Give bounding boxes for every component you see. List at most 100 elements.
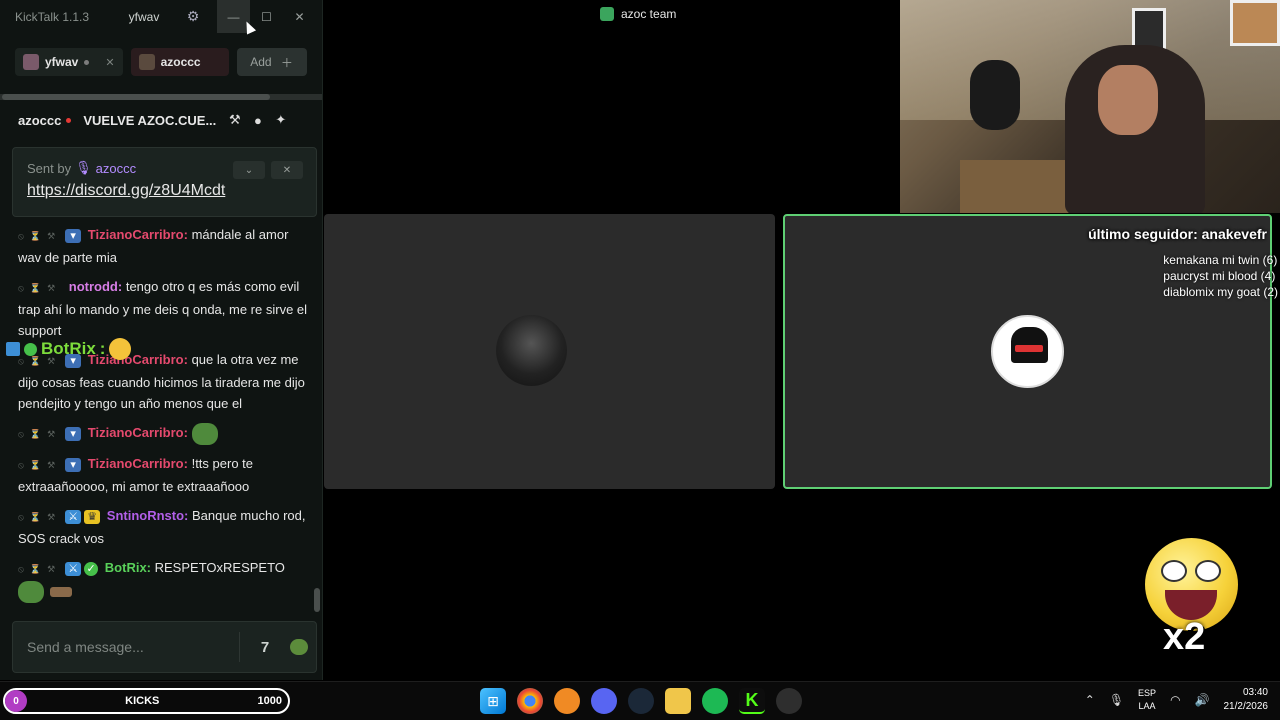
message-text: RESPETOxRESPETO [154, 560, 285, 575]
sword-badge-icon: ⚔ [65, 509, 82, 524]
channel-header: azoccc VUELVE AZOC.CUE... ⚒ ● ✦ [0, 100, 322, 140]
microphone [970, 60, 1020, 130]
chat-message: ⦸⏳⚒ ▾ TizianoCarribro: !tts pero te extra… [18, 453, 310, 497]
pinned-sender[interactable]: azoccc [96, 161, 136, 176]
sub-badge-icon: ▾ [65, 426, 82, 441]
current-user-button[interactable]: yfwav [123, 10, 165, 24]
pinned-message: Sent by 🎙 azoccc https://discord.gg/z8U4… [12, 147, 317, 217]
chevron-up-icon[interactable]: ⌃ [1085, 693, 1095, 707]
lang-line2: LAA [1138, 701, 1156, 711]
username[interactable]: BotRix: [105, 560, 151, 575]
message-input[interactable]: Send a message... 7 [12, 621, 317, 673]
close-tab-icon[interactable]: ✕ [105, 56, 114, 69]
7tv-emote-icon[interactable]: 7 [248, 630, 282, 664]
crown-badge-icon: ♛ [84, 509, 101, 524]
app-title: KickTalk 1.1.3 [15, 9, 90, 24]
lang-line1: ESP [1138, 688, 1157, 698]
time: 03:40 [1242, 687, 1268, 698]
wall-frame [1230, 0, 1280, 46]
username[interactable]: TizianoCarribro: [88, 456, 188, 471]
tab-label: yfwav [45, 55, 79, 69]
mod-actions-icon[interactable]: ⦸⏳⚒ [18, 231, 61, 241]
mod-actions-icon[interactable]: ⦸⏳⚒ [18, 429, 61, 439]
taskbar: 0 KICKS 1000 ⊞ K ⌃ 🎙 ESP LAA ◠ 🔊 03:40 2… [0, 681, 1280, 720]
pin-icon[interactable]: ✦ [269, 112, 292, 128]
tabs-scrollbar[interactable] [0, 94, 322, 100]
channel-name: azoccc [18, 112, 62, 128]
add-tab-button[interactable]: Add ＋ [236, 48, 307, 76]
language-indicator[interactable]: ESP LAA [1138, 687, 1156, 713]
chat-message: ⦸⏳⚒ notrodd: tengo otro q es más como ev… [18, 276, 310, 341]
sword-badge-icon: ⚔ [65, 561, 82, 576]
username[interactable]: notrodd: [69, 279, 122, 294]
mod-actions-icon[interactable]: ⦸⏳⚒ [18, 564, 61, 574]
emote-picker-icon[interactable] [282, 630, 316, 664]
sword-badge-icon [6, 342, 20, 356]
avatar [23, 54, 39, 70]
tab-yfwav[interactable]: yfwav ✕ [15, 48, 123, 76]
settings-gear-icon[interactable]: ⚙ [179, 5, 207, 29]
chat-messages[interactable]: ⦸⏳⚒ ▾ TizianoCarribro: mándale al amor wa… [0, 224, 318, 616]
user-icon[interactable]: ● [246, 113, 269, 128]
kick-icon[interactable]: K [739, 688, 765, 714]
mod-hammer-icon[interactable]: ⚒ [223, 112, 246, 128]
clock[interactable]: 03:40 21/2/2026 [1224, 686, 1269, 714]
volume-icon[interactable]: 🔊 [1195, 693, 1210, 707]
message-text: tengo otro q es más como evil trap ahí l… [18, 279, 308, 338]
chat-message: ⦸⏳⚒ ⚔ ♛ SntinoRnsto: Banque mucho rod, SOS… [18, 505, 310, 549]
gifter-item: paucryst mi blood (4) [1163, 269, 1276, 283]
gifter-item: diablomix my goat (2) [1163, 285, 1278, 299]
title-bar: KickTalk 1.1.3 yfwav ⚙ — ☐ ✕ [0, 0, 322, 33]
chat-message: ⦸⏳⚒ ⚔ ✓ BotRix: RESPETOxRESPETO [18, 557, 310, 603]
close-button[interactable]: ✕ [283, 0, 316, 33]
sub-badge-icon: ▾ [65, 457, 82, 472]
file-explorer-icon[interactable] [665, 688, 691, 714]
tab-label: azoccc [160, 55, 201, 69]
username[interactable]: TizianoCarribro: [88, 425, 188, 440]
steam-icon[interactable] [628, 688, 654, 714]
fl-studio-icon[interactable] [554, 688, 580, 714]
unpin-button[interactable]: ✕ [271, 161, 303, 179]
laugh-emoji-icon [109, 338, 132, 360]
pepe-emote-icon [18, 580, 44, 603]
botrix-sep: : [99, 339, 106, 358]
last-follower-overlay: último seguidor: anakevefr [1088, 226, 1267, 242]
chat-scrollbar[interactable] [314, 588, 320, 612]
kicks-goal: 1000 [257, 695, 282, 707]
kicks-goal-widget: 0 KICKS 1000 [3, 688, 290, 714]
botrix-name: BotRix [41, 339, 96, 358]
spotify-icon[interactable] [702, 688, 728, 714]
pinned-link[interactable]: https://discord.gg/z8U4Mcdt [27, 182, 302, 200]
voice-tile[interactable] [324, 214, 775, 489]
windows-start-icon[interactable]: ⊞ [480, 688, 506, 714]
chat-message: ⦸⏳⚒ ▾ TizianoCarribro: [18, 422, 310, 445]
taskbar-apps: ⊞ K [480, 688, 802, 714]
chrome-icon[interactable] [517, 688, 543, 714]
add-label: Add [250, 55, 272, 69]
discord-server-icon [600, 7, 614, 21]
expand-pinned-button[interactable]: ⌄ [233, 161, 265, 179]
mod-actions-icon[interactable]: ⦸⏳⚒ [18, 512, 61, 522]
webcam-feed [900, 0, 1280, 213]
username[interactable]: TizianoCarribro: [88, 227, 188, 242]
microphone-icon[interactable]: 🎙 [1109, 693, 1124, 707]
sent-by-label: Sent by [27, 160, 72, 176]
emote-combo-overlay: x2 [1145, 538, 1240, 668]
verified-badge-icon [24, 342, 37, 356]
username[interactable]: SntinoRnsto: [107, 508, 189, 523]
system-tray: ⌃ 🎙 ESP LAA ◠ 🔊 03:40 21/2/2026 [1085, 686, 1268, 714]
mod-actions-icon[interactable]: ⦸⏳⚒ [18, 283, 61, 293]
obs-icon[interactable] [776, 688, 802, 714]
stick-emote-icon [50, 586, 72, 597]
tab-azoccc[interactable]: azoccc [130, 48, 229, 76]
sub-badge-icon: ▾ [65, 228, 82, 243]
offline-dot-icon [84, 59, 90, 65]
botrix-overlay: BotRix : [6, 338, 132, 360]
streamer-face [1098, 65, 1158, 135]
mod-actions-icon[interactable]: ⦸⏳⚒ [18, 460, 61, 470]
mic-icon: 🎙 [75, 160, 92, 175]
verified-badge-icon: ✓ [84, 561, 99, 576]
discord-icon[interactable] [591, 688, 617, 714]
wifi-icon[interactable]: ◠ [1170, 693, 1180, 707]
top-gifters-overlay: kemakana mi twin (6) paucryst mi blood (… [1163, 252, 1278, 300]
